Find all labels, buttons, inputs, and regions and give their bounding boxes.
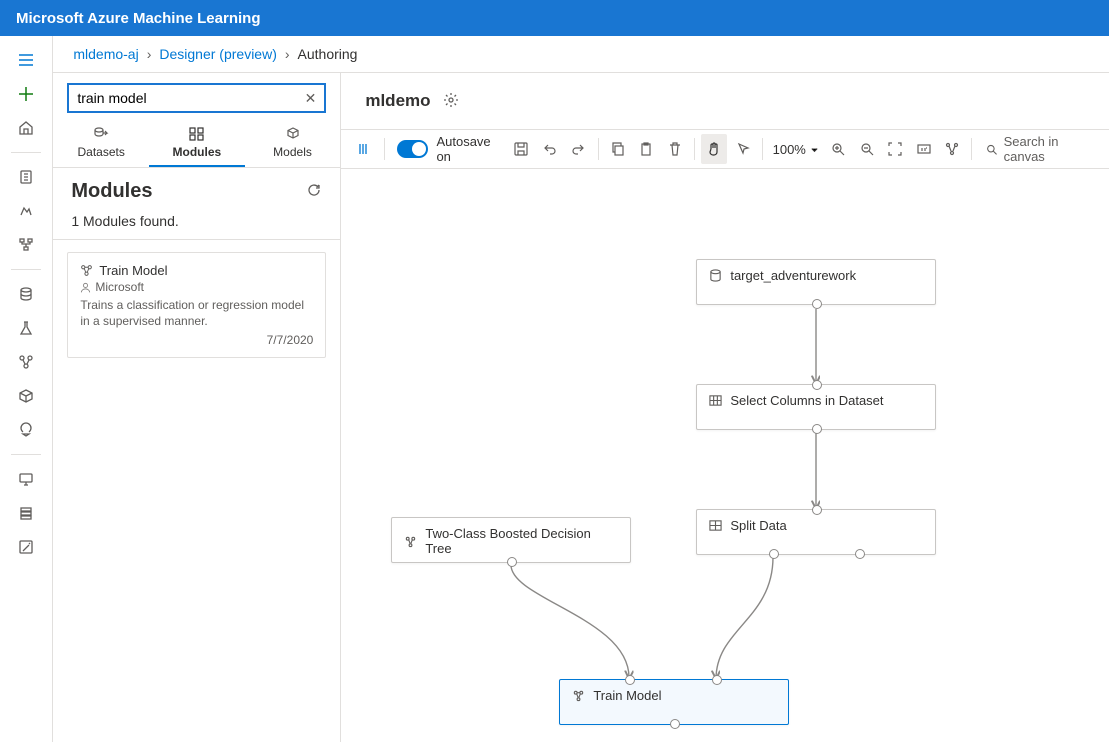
search-canvas[interactable]: Search in canvas <box>978 134 1099 164</box>
node-two-class-boosted[interactable]: Two-Class Boosted Decision Tree <box>391 517 631 563</box>
breadcrumb-mid[interactable]: Designer (preview) <box>159 46 276 62</box>
endpoints-icon[interactable] <box>6 414 46 446</box>
app-title: Microsoft Azure Machine Learning <box>16 10 260 27</box>
zoom-level[interactable]: 100% <box>769 142 823 157</box>
save-icon[interactable] <box>508 134 534 164</box>
connections <box>341 169 1109 742</box>
module-search-box[interactable]: ✕ <box>67 83 326 113</box>
datasets-icon[interactable] <box>6 278 46 310</box>
select-arrow-icon[interactable] <box>729 134 755 164</box>
labeling-icon[interactable] <box>6 531 46 563</box>
module-search-input[interactable] <box>77 90 304 106</box>
pan-hand-icon[interactable] <box>701 134 727 164</box>
home-icon[interactable] <box>6 112 46 144</box>
breadcrumb-current: Authoring <box>298 46 358 62</box>
panel-heading: Modules <box>71 180 152 203</box>
canvas-toolbar: Autosave on 100% <box>341 129 1109 169</box>
app-title-bar: Microsoft Azure Machine Learning <box>0 0 1109 36</box>
undo-icon[interactable] <box>537 134 563 164</box>
models-icon[interactable] <box>6 380 46 412</box>
datastores-icon[interactable] <box>6 497 46 529</box>
canvas-area: mldemo Autosave on <box>341 73 1109 742</box>
autosave-toggle[interactable] <box>397 140 429 158</box>
hamburger-icon[interactable] <box>6 44 46 76</box>
compute-icon[interactable] <box>6 463 46 495</box>
fit-screen-icon[interactable] <box>882 134 908 164</box>
node-split-data[interactable]: Split Data <box>696 509 936 555</box>
copy-icon[interactable] <box>605 134 631 164</box>
pipeline-name: mldemo <box>365 91 430 111</box>
node-target-adventurework[interactable]: target_adventurework <box>696 259 936 305</box>
breadcrumb: mldemo-aj › Designer (preview) › Authori… <box>53 36 1109 72</box>
redo-icon[interactable] <box>565 134 591 164</box>
expand-panel-icon[interactable] <box>351 134 377 164</box>
notebook-icon[interactable] <box>6 161 46 193</box>
pipeline-canvas[interactable]: target_adventurework Select Columns in D… <box>341 169 1109 742</box>
asset-tab-row: Datasets Modules Models <box>53 119 340 168</box>
pipelines-icon[interactable] <box>6 346 46 378</box>
zoom-in-icon[interactable] <box>825 134 851 164</box>
module-card-train-model[interactable]: Train Model Microsoft Trains a classific… <box>67 252 326 358</box>
modules-found-text: 1 Modules found. <box>53 207 340 240</box>
actual-size-icon[interactable] <box>910 134 936 164</box>
chevron-right-icon: › <box>147 46 152 62</box>
settings-gear-icon[interactable] <box>443 92 459 111</box>
left-nav <box>0 36 53 742</box>
designer-icon[interactable] <box>6 229 46 261</box>
experiments-icon[interactable] <box>6 312 46 344</box>
paste-icon[interactable] <box>633 134 659 164</box>
chevron-right-icon: › <box>285 46 290 62</box>
module-side-panel: ✕ Datasets Modules Models <box>53 73 341 742</box>
delete-icon[interactable] <box>661 134 687 164</box>
node-train-model[interactable]: Train Model <box>559 679 789 725</box>
plus-icon[interactable] <box>6 78 46 110</box>
clear-icon[interactable]: ✕ <box>305 90 317 107</box>
automl-icon[interactable] <box>6 195 46 227</box>
node-select-columns[interactable]: Select Columns in Dataset <box>696 384 936 430</box>
breadcrumb-root[interactable]: mldemo-aj <box>73 46 138 62</box>
autosave-label: Autosave on <box>436 134 500 164</box>
tab-modules[interactable]: Modules <box>149 119 245 167</box>
refresh-icon[interactable] <box>306 182 322 201</box>
tab-models[interactable]: Models <box>245 119 341 167</box>
zoom-out-icon[interactable] <box>853 134 879 164</box>
tab-datasets[interactable]: Datasets <box>53 119 149 167</box>
auto-arrange-icon[interactable] <box>939 134 965 164</box>
